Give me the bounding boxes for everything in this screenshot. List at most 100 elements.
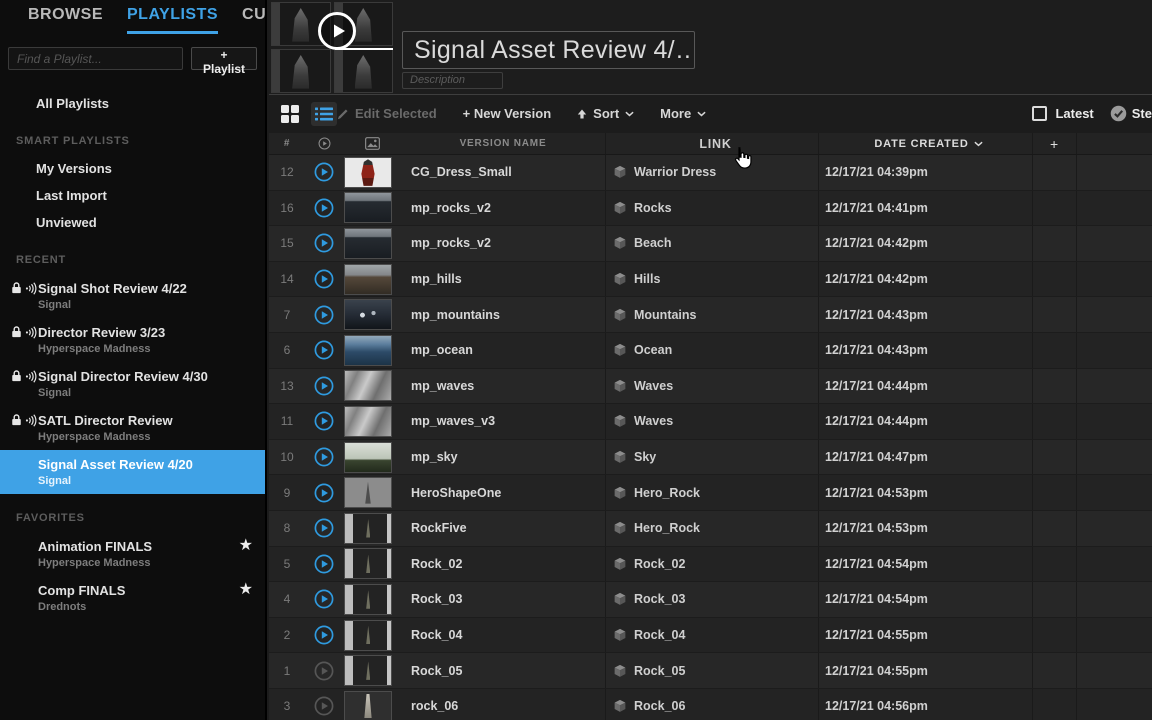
version-row[interactable]: 8 RockFive	[269, 511, 1152, 547]
version-thumbnail[interactable]	[344, 335, 392, 366]
recent-playlist-item[interactable]: Signal Director Review 4/30 Signal	[0, 362, 265, 406]
column-header-play[interactable]	[305, 133, 343, 154]
play-version-button[interactable]	[314, 305, 334, 325]
version-link[interactable]: Hero_Rock	[605, 475, 818, 510]
version-row[interactable]: 15 mp_rocks_v2	[269, 226, 1152, 262]
play-version-button[interactable]	[314, 518, 334, 538]
version-link[interactable]: Hero_Rock	[605, 511, 818, 546]
version-link[interactable]: Rock_05	[605, 653, 818, 688]
play-version-button[interactable]	[314, 447, 334, 467]
version-link[interactable]: Sky	[605, 440, 818, 475]
play-version-button[interactable]	[314, 696, 334, 716]
recent-playlist-item[interactable]: Signal Asset Review 4/20 Signal	[0, 450, 265, 494]
version-link[interactable]: Waves	[605, 369, 818, 404]
smart-playlist-item[interactable]: Last Import	[0, 182, 265, 209]
version-thumbnail[interactable]	[344, 192, 392, 223]
more-button[interactable]: More	[660, 106, 706, 121]
sidebar-tab[interactable]: BROWSE	[28, 6, 103, 34]
sidebar-tab[interactable]: PLAYLISTS	[127, 6, 218, 34]
play-playlist-button[interactable]	[318, 12, 356, 50]
version-thumbnail[interactable]	[344, 157, 392, 188]
play-version-button[interactable]	[314, 589, 334, 609]
favorite-playlist-item[interactable]: Comp FINALS Drednots ★	[0, 576, 265, 620]
play-version-button[interactable]	[314, 411, 334, 431]
version-thumbnail[interactable]	[344, 406, 392, 437]
column-header-thumbnail[interactable]	[343, 133, 401, 154]
version-thumbnail[interactable]	[344, 442, 392, 473]
sidebar-item-all-playlists[interactable]: All Playlists	[0, 90, 265, 117]
sidebar-tab[interactable]: CUTS	[242, 6, 267, 34]
add-column-button[interactable]: +	[1032, 133, 1076, 154]
version-row[interactable]: 11 mp_waves_v3	[269, 404, 1152, 440]
version-thumbnail[interactable]	[344, 548, 392, 579]
version-thumbnail[interactable]	[344, 655, 392, 686]
favorite-star-icon[interactable]: ★	[239, 539, 253, 553]
edit-selected-button[interactable]: Edit Selected	[337, 106, 437, 121]
version-row[interactable]: 9 HeroShapeOne	[269, 475, 1152, 511]
play-version-button[interactable]	[314, 233, 334, 253]
new-version-button[interactable]: + New Version	[463, 106, 552, 121]
play-version-button[interactable]	[314, 162, 334, 182]
version-thumbnail[interactable]	[344, 264, 392, 295]
version-thumbnail[interactable]	[344, 228, 392, 259]
recent-playlist-item[interactable]: Director Review 3/23 Hyperspace Madness	[0, 318, 265, 362]
version-row[interactable]: 7 mp_mountains	[269, 297, 1152, 333]
version-row[interactable]: 12 CG_Dress_Small	[269, 155, 1152, 191]
favorite-star-icon[interactable]: ★	[239, 583, 253, 597]
version-thumbnail[interactable]	[344, 370, 392, 401]
list-view-button[interactable]	[311, 102, 337, 126]
column-header-link[interactable]: LINK	[605, 133, 818, 154]
version-link[interactable]: Beach	[605, 226, 818, 261]
column-header-number[interactable]: #	[269, 133, 305, 154]
play-version-button[interactable]	[314, 269, 334, 289]
version-row[interactable]: 16 mp_rocks_v2	[269, 191, 1152, 227]
version-link[interactable]: Warrior Dress	[605, 155, 818, 190]
version-row[interactable]: 14 mp_hills	[269, 262, 1152, 298]
version-link[interactable]: Rock_06	[605, 689, 818, 720]
version-link[interactable]: Ocean	[605, 333, 818, 368]
version-thumbnail[interactable]	[344, 513, 392, 544]
play-version-button[interactable]	[314, 198, 334, 218]
smart-playlist-item[interactable]: My Versions	[0, 155, 265, 182]
playlist-preview[interactable]	[271, 2, 393, 93]
grid-view-button[interactable]	[277, 102, 303, 126]
version-thumbnail[interactable]	[344, 584, 392, 615]
version-link[interactable]: Rock_03	[605, 582, 818, 617]
version-row[interactable]: 1 Rock_05	[269, 653, 1152, 689]
playlist-search-input[interactable]	[8, 47, 183, 70]
play-version-button[interactable]	[314, 554, 334, 574]
play-version-button[interactable]	[314, 376, 334, 396]
play-version-button[interactable]	[314, 340, 334, 360]
version-row[interactable]: 10 mp_sky	[269, 440, 1152, 476]
version-row[interactable]: 6 mp_ocean	[269, 333, 1152, 369]
new-playlist-button[interactable]: + Playlist	[191, 47, 257, 70]
play-version-button[interactable]	[314, 483, 334, 503]
play-version-button[interactable]	[314, 625, 334, 645]
playlist-title-field[interactable]: Signal Asset Review 4/…	[402, 31, 695, 69]
recent-playlist-item[interactable]: Signal Shot Review 4/22 Signal	[0, 274, 265, 318]
version-link[interactable]: Waves	[605, 404, 818, 439]
status-filter-button[interactable]: Ste	[1110, 105, 1152, 122]
version-link[interactable]: Mountains	[605, 297, 818, 332]
column-header-date-created[interactable]: DATE CREATED	[818, 133, 1032, 154]
recent-playlist-item[interactable]: SATL Director Review Hyperspace Madness	[0, 406, 265, 450]
play-version-button[interactable]	[314, 661, 334, 681]
version-thumbnail[interactable]	[344, 299, 392, 330]
version-link[interactable]: Rocks	[605, 191, 818, 226]
version-thumbnail[interactable]	[344, 691, 392, 720]
version-link[interactable]: Rock_02	[605, 547, 818, 582]
favorite-playlist-item[interactable]: Animation FINALS Hyperspace Madness ★	[0, 532, 265, 576]
version-row[interactable]: 2 Rock_04	[269, 618, 1152, 654]
smart-playlist-item[interactable]: Unviewed	[0, 209, 265, 236]
version-row[interactable]: 5 Rock_02	[269, 547, 1152, 583]
playlist-description-field[interactable]: Description	[402, 72, 503, 89]
version-thumbnail[interactable]	[344, 620, 392, 651]
version-link[interactable]: Hills	[605, 262, 818, 297]
version-row[interactable]: 3 rock_06	[269, 689, 1152, 720]
sort-button[interactable]: Sort	[577, 106, 634, 121]
version-thumbnail[interactable]	[344, 477, 392, 508]
column-header-version-name[interactable]: VERSION NAME	[401, 133, 605, 154]
version-row[interactable]: 4 Rock_03	[269, 582, 1152, 618]
version-link[interactable]: Rock_04	[605, 618, 818, 653]
latest-checkbox[interactable]	[1032, 106, 1047, 121]
